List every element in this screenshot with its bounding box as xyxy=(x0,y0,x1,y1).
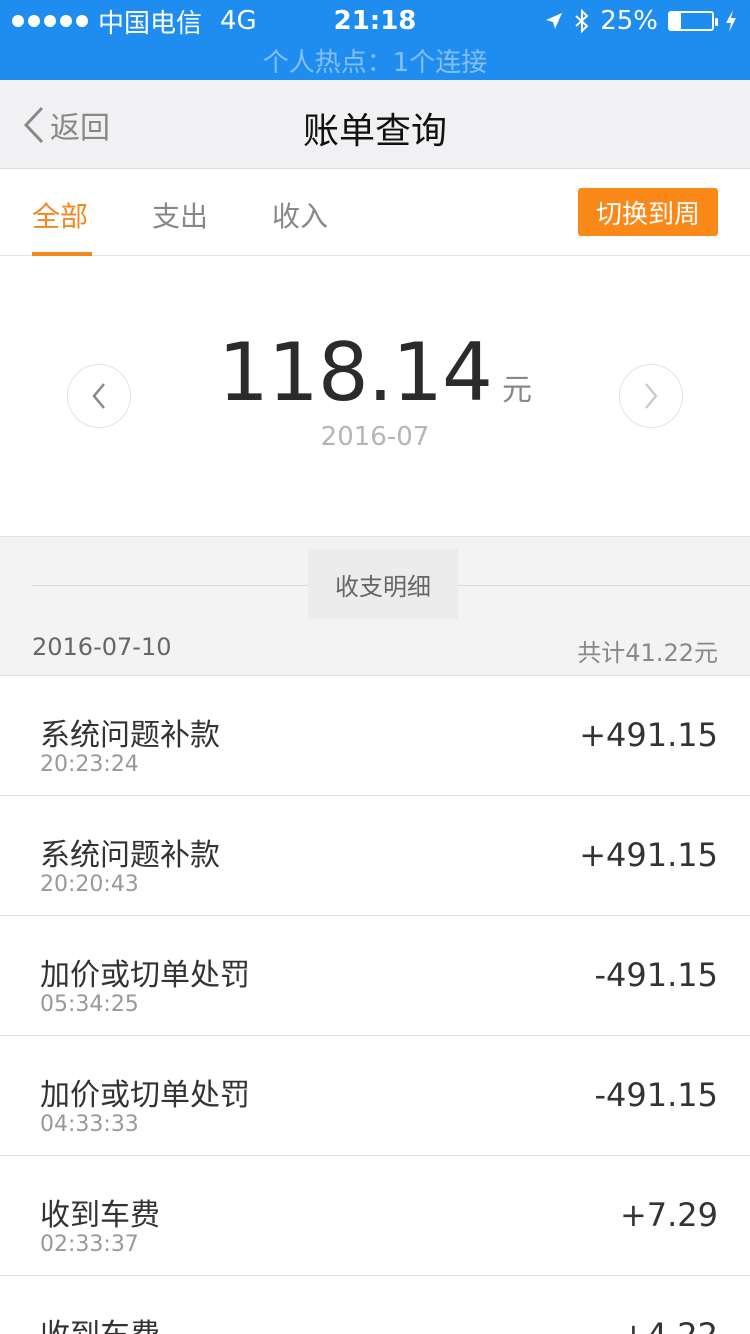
transaction-amount: +7.29 xyxy=(619,1196,718,1234)
period-label: 2016-07 xyxy=(320,422,430,452)
bluetooth-icon xyxy=(575,9,589,33)
detail-header: 收支明细 2016-07-10 共计41.22元 xyxy=(0,536,750,676)
transaction-list: 系统问题补款 20:23:24 +491.15 系统问题补款 20:20:43 … xyxy=(0,676,750,1334)
next-month-button[interactable] xyxy=(619,364,683,428)
transaction-amount: -491.15 xyxy=(594,1076,718,1114)
transaction-time: 04:33:33 xyxy=(40,1112,139,1137)
status-right: 25% xyxy=(544,6,738,36)
page: 中国电信 4G 21:18 25% 个人热点：1个连接 返回 账单查询 全部 支 xyxy=(0,0,750,1334)
chevron-right-icon xyxy=(645,383,658,409)
transaction-title: 系统问题补款 xyxy=(40,838,220,873)
transaction-amount: +491.15 xyxy=(579,716,718,754)
transaction-title: 加价或切单处罚 xyxy=(40,958,250,993)
location-arrow-icon xyxy=(546,13,563,29)
divider-left xyxy=(32,585,308,586)
battery-icon xyxy=(668,11,718,31)
transaction-title: 收到车费 xyxy=(40,1310,160,1334)
battery-level xyxy=(670,13,681,29)
tab-expense-label: 支出 xyxy=(152,200,209,233)
divider-right xyxy=(458,585,750,586)
transaction-amount: +4.22 xyxy=(620,1316,718,1334)
hotspot-banner[interactable]: 个人热点：1个连接 xyxy=(0,42,750,79)
transaction-title: 收到车费 xyxy=(40,1198,160,1233)
transaction-time: 20:20:43 xyxy=(40,872,139,897)
list-item[interactable]: 系统问题补款 20:23:24 +491.15 xyxy=(0,676,750,796)
summary-panel: 118.14 元 2016-07 xyxy=(0,256,750,536)
tab-all-label: 全部 xyxy=(32,200,89,233)
status-bar: 中国电信 4G 21:18 25% 个人热点：1个连接 xyxy=(0,0,750,80)
filter-tabs: 全部 支出 收入 切换到周 xyxy=(0,169,750,256)
transaction-amount: +491.15 xyxy=(579,836,718,874)
transaction-time: 20:23:24 xyxy=(40,752,139,777)
tab-income[interactable]: 收入 xyxy=(272,195,332,256)
tab-all[interactable]: 全部 xyxy=(32,195,92,256)
transaction-title: 加价或切单处罚 xyxy=(40,1078,250,1113)
list-item[interactable]: 系统问题补款 20:20:43 +491.15 xyxy=(0,796,750,916)
list-item[interactable]: 收到车费 02:33:37 +7.29 xyxy=(0,1156,750,1276)
charging-bolt-icon xyxy=(726,10,736,32)
list-item[interactable]: 收到车费 +4.22 xyxy=(0,1276,750,1334)
transaction-title: 系统问题补款 xyxy=(40,718,220,753)
total-amount: 118.14 xyxy=(218,326,493,419)
tab-income-label: 收入 xyxy=(272,200,329,233)
day-total: 共计41.22元 xyxy=(577,639,718,667)
transaction-time: 02:33:37 xyxy=(40,1232,139,1257)
page-title: 账单查询 xyxy=(302,111,447,152)
list-item[interactable]: 加价或切单处罚 05:34:25 -491.15 xyxy=(0,916,750,1036)
transaction-time: 05:34:25 xyxy=(40,992,139,1017)
detail-section-title: 收支明细 xyxy=(308,549,458,619)
list-item[interactable]: 加价或切单处罚 04:33:33 -491.15 xyxy=(0,1036,750,1156)
battery-percent: 25% xyxy=(600,6,658,36)
transaction-amount: -491.15 xyxy=(594,956,718,994)
amount-unit: 元 xyxy=(501,373,532,408)
tab-expense[interactable]: 支出 xyxy=(152,195,212,256)
nav-bar: 返回 账单查询 xyxy=(0,80,750,169)
day-date: 2016-07-10 xyxy=(32,633,172,661)
switch-to-week-button[interactable]: 切换到周 xyxy=(578,188,718,236)
